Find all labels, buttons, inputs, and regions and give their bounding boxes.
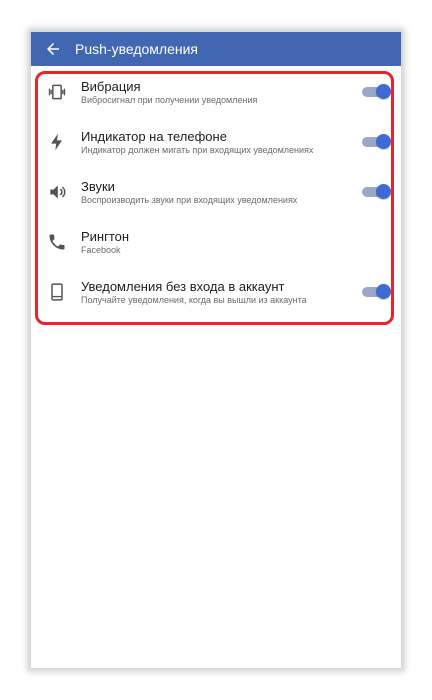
page-title: Push-уведомления [75,41,198,57]
toggle-knob [376,84,391,99]
flash-icon [51,133,62,151]
setting-logged-out-notifications[interactable]: Уведомления без входа в аккаунт Получайт… [31,266,401,316]
setting-vibration[interactable]: Вибрация Вибросигнал при получении уведо… [31,66,401,116]
setting-title: Звуки [81,179,115,194]
phone-icon [49,234,65,250]
volume-icon [50,185,66,199]
setting-sounds[interactable]: Звуки Воспроизводить звуки при входящих … [31,166,401,216]
setting-title: Вибрация [81,79,141,94]
sounds-toggle[interactable] [362,184,391,199]
setting-subtitle: Получайте уведомления, когда вы вышли из… [81,295,307,305]
toggle-knob [376,184,391,199]
setting-ringtone[interactable]: Рингтон Facebook [31,216,401,266]
toggle-knob [376,134,391,149]
back-arrow-icon[interactable] [44,40,62,58]
setting-subtitle: Вибросигнал при получении уведомления [81,95,258,105]
toggle-knob [376,284,391,299]
setting-subtitle: Facebook [81,245,121,255]
logged-out-notifications-toggle[interactable] [362,284,391,299]
setting-subtitle: Индикатор должен мигать при входящих уве… [81,145,314,155]
vibration-icon [48,84,66,100]
setting-title: Индикатор на телефоне [81,129,227,144]
setting-title: Уведомления без входа в аккаунт [81,279,285,294]
app-screen: Push-уведомления Вибрация Вибросигнал пр… [31,32,401,668]
setting-subtitle: Воспроизводить звуки при входящих уведом… [81,195,298,205]
smartphone-icon [51,283,63,301]
led-indicator-toggle[interactable] [362,134,391,149]
vibration-toggle[interactable] [362,84,391,99]
setting-led-indicator[interactable]: Индикатор на телефоне Индикатор должен м… [31,116,401,166]
app-bar: Push-уведомления [31,32,401,66]
setting-title: Рингтон [81,229,130,244]
